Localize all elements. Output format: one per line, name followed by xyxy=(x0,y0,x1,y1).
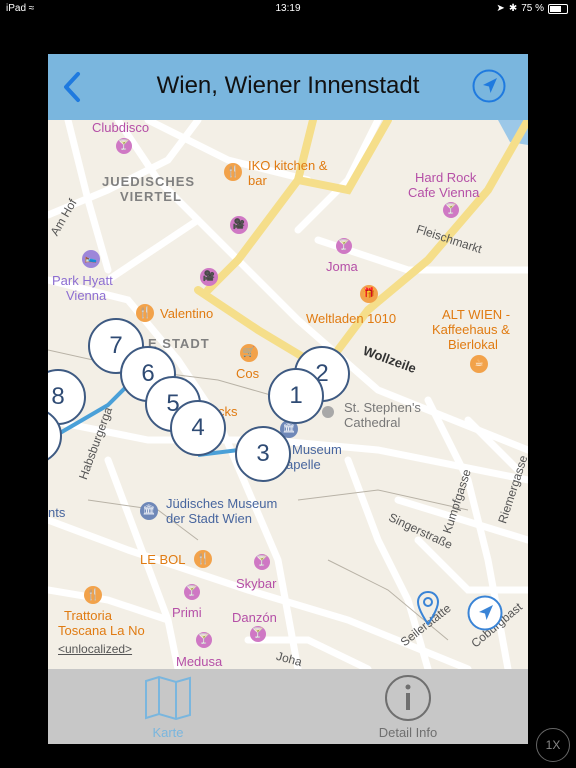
location-arrow-icon xyxy=(467,595,503,631)
poi-valentino[interactable]: Valentino xyxy=(160,306,213,321)
district-juedisches-2: VIERTEL xyxy=(120,189,182,204)
shop-icon[interactable]: 🛒 xyxy=(240,344,258,362)
chevron-left-icon xyxy=(64,72,80,102)
map-view[interactable]: Clubdisco 🍸 JUEDISCHES VIERTEL 🍴 IKO kit… xyxy=(48,120,528,669)
shop-icon[interactable]: 🎁 xyxy=(360,285,378,303)
cinema-icon[interactable]: 🎥 xyxy=(230,216,248,234)
poi-iko-1[interactable]: IKO kitchen & xyxy=(248,158,327,173)
tab-label: Detail Info xyxy=(378,725,438,740)
poi-weltladen[interactable]: Weltladen 1010 xyxy=(306,311,396,326)
poi-medusa[interactable]: Medusa xyxy=(176,654,222,669)
restaurant-icon[interactable]: 🍴 xyxy=(84,586,102,604)
map-pin-icon xyxy=(416,590,440,626)
tab-detail-info[interactable]: Detail Info xyxy=(288,669,528,744)
tab-bar: Karte Detail Info xyxy=(48,669,528,744)
poi-trattoria-1[interactable]: Trattoria xyxy=(64,608,112,623)
cinema-icon[interactable]: 🎥 xyxy=(200,268,218,286)
status-bar: iPad ≈ 13:19 ➤ ✱ 75 % xyxy=(0,0,576,18)
route-marker-1[interactable]: 1 xyxy=(268,368,324,424)
poi-hard-rock-2[interactable]: Cafe Vienna xyxy=(408,185,479,200)
poi-park-hyatt-2[interactable]: Vienna xyxy=(66,288,106,303)
bar-icon[interactable]: 🍸 xyxy=(336,238,352,254)
poi-museum-2[interactable]: apelle xyxy=(286,457,321,472)
poi-cos[interactable]: Cos xyxy=(236,366,259,381)
app-window: Wien, Wiener Innenstadt Clubdisco 🍸 JUED… xyxy=(48,54,528,744)
bar-icon[interactable]: 🍸 xyxy=(254,554,270,570)
restaurant-icon[interactable]: 🍴 xyxy=(224,163,242,181)
bluetooth-icon: ✱ xyxy=(508,3,518,14)
poi-park-hyatt-1[interactable]: Park Hyatt xyxy=(52,273,113,288)
bar-icon[interactable]: 🍸 xyxy=(116,138,132,154)
map-icon xyxy=(145,675,191,721)
poi-alt-wien-3[interactable]: Bierlokal xyxy=(448,337,498,352)
navbar: Wien, Wiener Innenstadt xyxy=(48,54,528,120)
page-title: Wien, Wiener Innenstadt xyxy=(156,72,420,99)
poi-clubdisco[interactable]: Clubdisco xyxy=(92,120,149,135)
map-location-button[interactable] xyxy=(467,595,503,631)
poi-cathedral-1[interactable]: St. Stephen's xyxy=(344,400,421,415)
legal-link[interactable]: <unlocalized> xyxy=(58,642,132,657)
route-marker-3[interactable]: 3 xyxy=(235,426,291,482)
info-icon xyxy=(385,675,431,721)
battery-label: 75 % xyxy=(521,3,544,14)
bar-icon[interactable]: 🍸 xyxy=(250,626,266,642)
poi-nts[interactable]: nts xyxy=(48,505,65,520)
location-status-icon: ➤ xyxy=(496,3,505,14)
poi-alt-wien-1[interactable]: ALT WIEN - xyxy=(442,307,510,322)
district-juedisches-1: JUEDISCHES xyxy=(102,174,196,189)
tab-karte[interactable]: Karte xyxy=(48,669,288,744)
tab-label: Karte xyxy=(152,725,184,740)
bar-icon[interactable]: 🍸 xyxy=(443,202,459,218)
poi-cathedral-2[interactable]: Cathedral xyxy=(344,415,400,430)
poi-danzon[interactable]: Danzón xyxy=(232,610,277,625)
cafe-icon[interactable]: ☕ xyxy=(470,355,488,373)
location-arrow-icon xyxy=(472,69,506,103)
landmark-icon[interactable] xyxy=(322,406,334,418)
poi-trattoria-2[interactable]: Toscana La No xyxy=(58,623,145,638)
restaurant-icon[interactable]: 🍴 xyxy=(194,550,212,568)
poi-skybar[interactable]: Skybar xyxy=(236,576,276,591)
poi-museum-1[interactable]: Museum xyxy=(292,442,342,457)
status-right: ➤ ✱ 75 % xyxy=(496,3,568,14)
bar-icon[interactable]: 🍸 xyxy=(196,632,212,648)
poi-iko-2[interactable]: bar xyxy=(248,173,267,188)
poi-le-bol[interactable]: LE BOL xyxy=(140,552,186,567)
battery-icon xyxy=(548,3,568,14)
map-pin[interactable] xyxy=(416,590,440,626)
poi-hard-rock-1[interactable]: Hard Rock xyxy=(415,170,476,185)
battery-fill xyxy=(550,5,561,12)
back-button[interactable] xyxy=(58,70,86,104)
bar-icon[interactable]: 🍸 xyxy=(184,584,200,600)
route-marker-4[interactable]: 4 xyxy=(170,400,226,456)
poi-juedisches-museum-2[interactable]: der Stadt Wien xyxy=(166,511,252,526)
poi-joma[interactable]: Joma xyxy=(326,259,358,274)
hotel-icon[interactable]: 🛌 xyxy=(82,250,100,268)
status-time: 13:19 xyxy=(275,3,301,14)
location-button[interactable] xyxy=(472,69,506,103)
poi-alt-wien-2[interactable]: Kaffeehaus & xyxy=(432,322,510,337)
restaurant-icon[interactable]: 🍴 xyxy=(136,304,154,322)
museum-icon[interactable]: 🏛 xyxy=(140,502,158,520)
zoom-button[interactable]: 1X xyxy=(536,728,570,762)
poi-juedisches-museum-1[interactable]: Jüdisches Museum xyxy=(166,496,277,511)
poi-primi[interactable]: Primi xyxy=(172,605,202,620)
